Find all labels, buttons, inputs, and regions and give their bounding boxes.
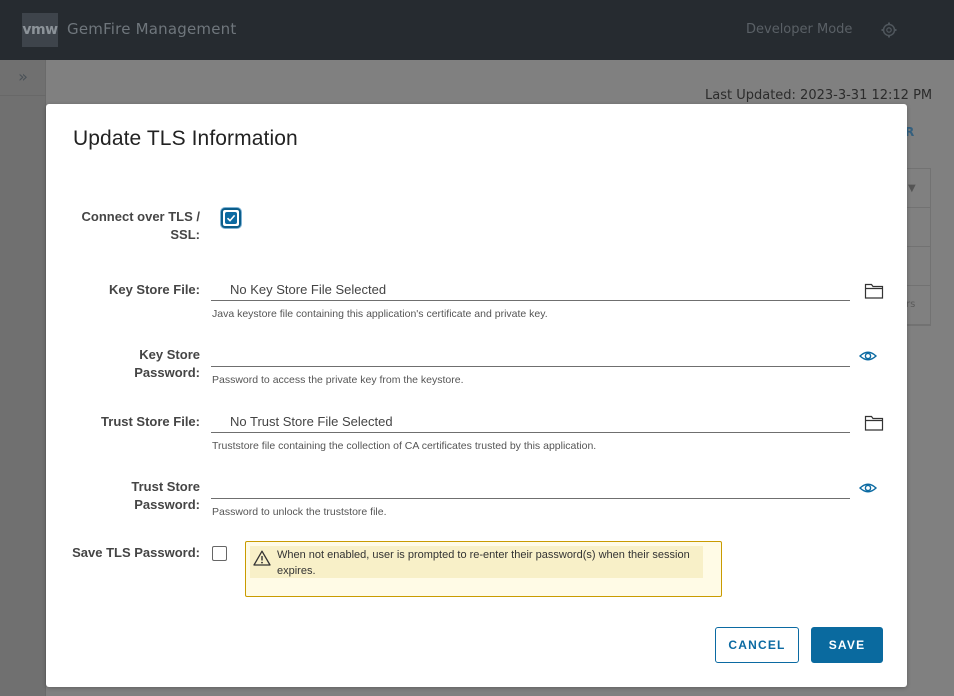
trust-store-password-input[interactable]: [211, 498, 850, 499]
trust-store-file-value[interactable]: No Trust Store File Selected: [230, 414, 393, 429]
save-tls-password-label: Save TLS Password:: [72, 545, 200, 560]
sidebar: [0, 60, 46, 696]
check-icon: [225, 212, 237, 224]
connect-tls-label: Connect over TLS / SSL:: [81, 209, 200, 242]
eye-icon[interactable]: [858, 347, 878, 365]
sort-icon[interactable]: ▼: [906, 169, 930, 208]
key-store-file-field[interactable]: [211, 300, 850, 301]
folder-icon[interactable]: [864, 414, 884, 432]
gear-icon[interactable]: [881, 22, 897, 38]
key-store-password-input[interactable]: [211, 366, 850, 367]
app-header: vmw GemFire Management Developer Mode: [0, 0, 954, 60]
update-tls-modal: Update TLS Information Connect over TLS …: [46, 104, 907, 687]
app-title: GemFire Management: [67, 20, 237, 38]
cancel-button[interactable]: CANCEL: [715, 627, 799, 663]
trust-store-file-help: Truststore file containing the collectio…: [212, 440, 597, 452]
folder-icon[interactable]: [864, 282, 884, 300]
table-cell-fragment: rs: [906, 286, 930, 325]
save-button[interactable]: SAVE: [811, 627, 883, 663]
trust-store-file-field[interactable]: [211, 432, 850, 433]
table-row: [906, 247, 930, 286]
last-updated-text: Last Updated: 2023-3-31 12:12 PM: [705, 88, 933, 103]
save-tls-password-checkbox[interactable]: [212, 546, 227, 561]
trust-store-password-label: Trust Store Password:: [131, 479, 200, 512]
warning-alert: When not enabled, user is prompted to re…: [245, 541, 722, 597]
table-row: [906, 208, 930, 247]
vmware-logo: vmw: [22, 13, 58, 47]
trust-store-file-label: Trust Store File:: [101, 414, 200, 429]
warning-alert-text: When not enabled, user is prompted to re…: [277, 549, 690, 577]
background-table: ▼ rs: [906, 168, 931, 326]
key-store-file-help: Java keystore file containing this appli…: [212, 308, 548, 320]
trust-store-password-help: Password to unlock the truststore file.: [212, 506, 387, 518]
modal-title: Update TLS Information: [73, 127, 298, 150]
developer-mode-link[interactable]: Developer Mode: [746, 22, 852, 37]
key-store-file-value[interactable]: No Key Store File Selected: [230, 282, 386, 297]
warning-triangle-icon: [253, 550, 271, 566]
key-store-password-label: Key Store Password:: [134, 347, 200, 380]
connect-tls-checkbox[interactable]: [221, 208, 241, 228]
double-chevron-right-icon[interactable]: »: [0, 60, 46, 96]
eye-icon[interactable]: [858, 479, 878, 497]
key-store-password-help: Password to access the private key from …: [212, 374, 464, 386]
key-store-file-label: Key Store File:: [108, 282, 200, 297]
